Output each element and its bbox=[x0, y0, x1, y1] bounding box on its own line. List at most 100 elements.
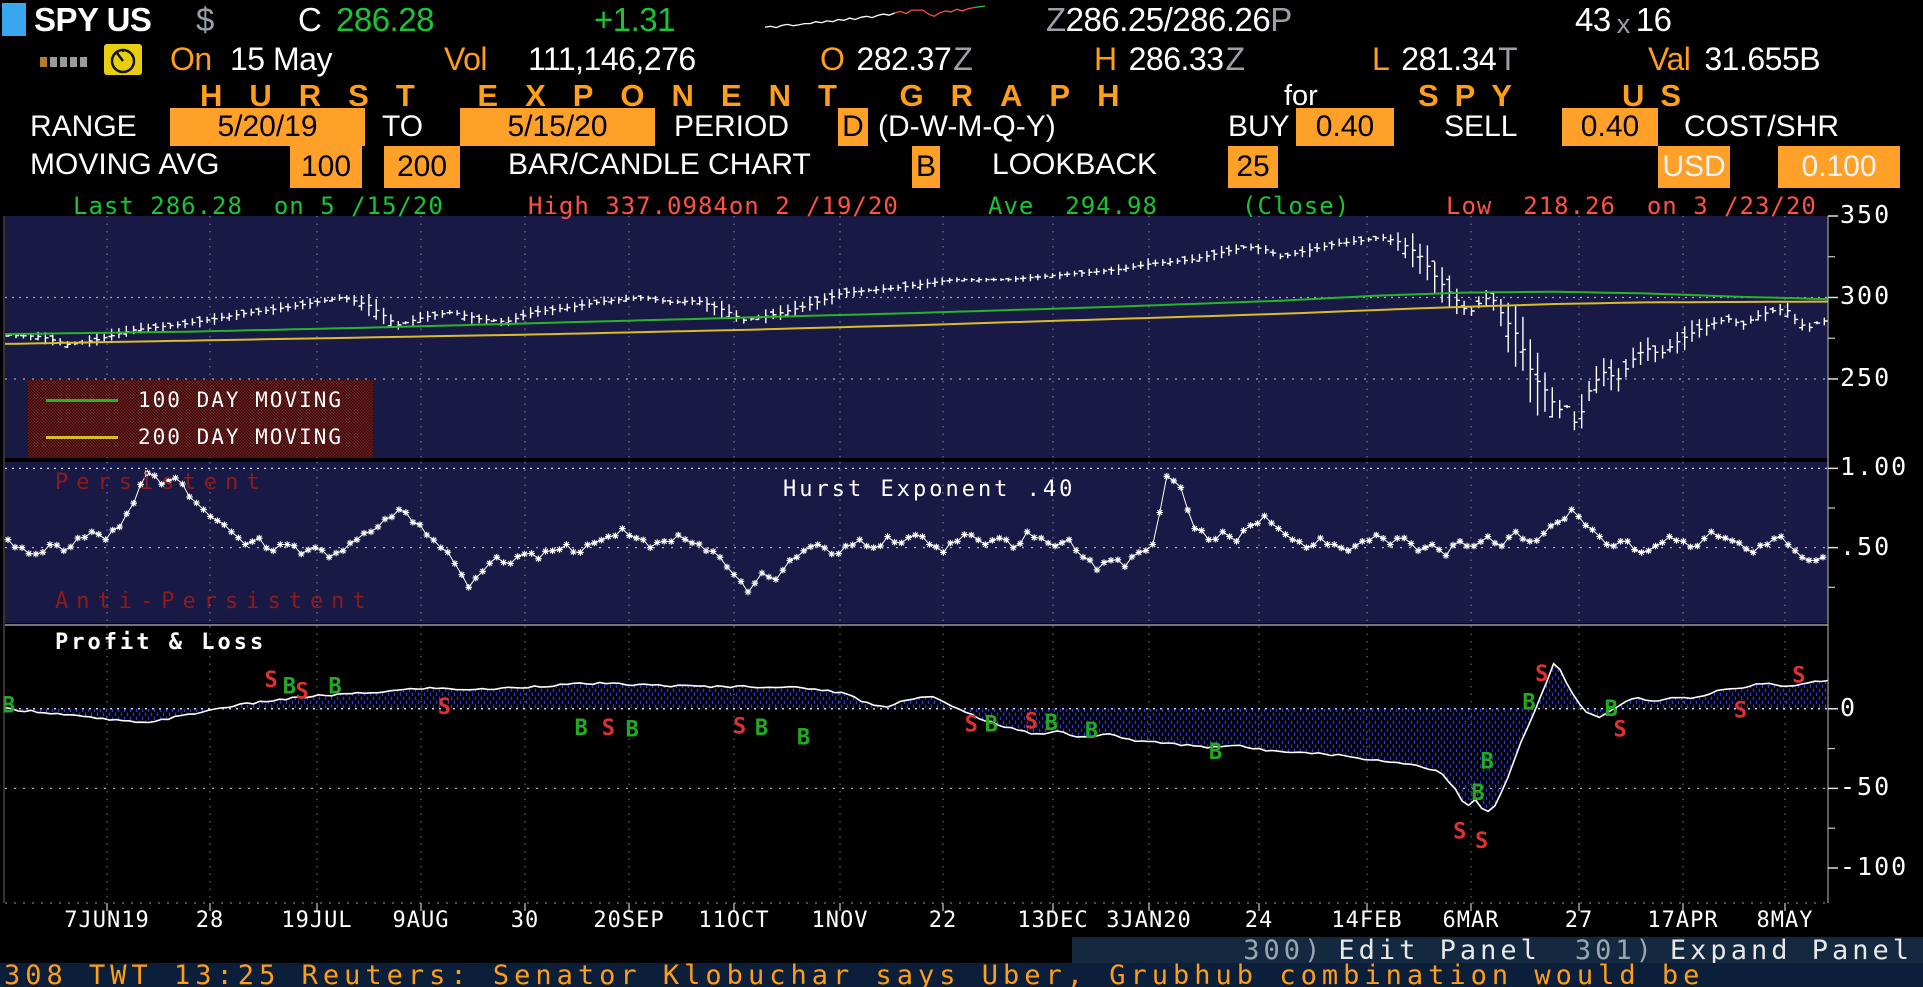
svg-text:S: S bbox=[265, 668, 278, 693]
chart-type-field[interactable]: B bbox=[912, 146, 940, 188]
svg-text:S: S bbox=[1614, 717, 1627, 742]
expand-panel-button[interactable]: 301) Expand Panel bbox=[1575, 935, 1913, 966]
ma200-line-swatch bbox=[46, 435, 118, 439]
cost-per-share-label: COST/SHR bbox=[1684, 110, 1840, 143]
x-axis-tick-label: 9AUG bbox=[392, 908, 450, 933]
svg-text:B: B bbox=[283, 674, 296, 699]
sell-threshold-field[interactable]: 0.40 bbox=[1562, 108, 1658, 146]
svg-text:B: B bbox=[625, 717, 638, 742]
volume-label: Vol bbox=[444, 41, 487, 77]
expand-panel-number: 301) bbox=[1574, 934, 1656, 966]
y-axis-tick-label: 1.00 bbox=[1840, 452, 1909, 482]
chart-type-label: BAR/CANDLE CHART bbox=[508, 148, 811, 181]
bid-ask-group: Z 286.25/286.26 P bbox=[1046, 2, 1292, 38]
range-start-field[interactable]: 5/20/19 bbox=[170, 108, 365, 146]
y-axis-tick-label: -100 bbox=[1840, 852, 1909, 882]
low-condition-code: T bbox=[1498, 41, 1518, 77]
lookback-field[interactable]: 25 bbox=[1228, 146, 1278, 188]
x-axis-tick-label: 13DEC bbox=[1017, 908, 1089, 933]
x-axis-tick-label: 19JUL bbox=[281, 908, 353, 933]
x-axis-tick-label: 17APR bbox=[1647, 908, 1719, 933]
high-group: H 286.33 Z bbox=[1094, 41, 1245, 77]
y-axis-tick-label: 0 bbox=[1840, 692, 1858, 722]
panel-action-bar: 300) Edit Panel 301) Expand Panel bbox=[1072, 935, 1923, 966]
last-price: 286.28 bbox=[336, 1, 434, 38]
x-axis-tick-label: 27 bbox=[1564, 908, 1594, 933]
bid-ask: 286.25/286.26 bbox=[1065, 1, 1271, 38]
svg-text:B: B bbox=[328, 674, 341, 699]
connection-dots-icon bbox=[40, 57, 87, 67]
y-axis-tick-label: -50 bbox=[1840, 772, 1892, 802]
panel-indicator bbox=[2, 3, 26, 36]
price-change: +1.31 bbox=[594, 1, 676, 38]
moving-avg-1-field[interactable]: 100 bbox=[290, 146, 362, 188]
svg-text:B: B bbox=[985, 713, 998, 738]
moving-avg-2-field[interactable]: 200 bbox=[384, 146, 460, 188]
high-value: 286.33 bbox=[1128, 41, 1224, 77]
x-axis-tick-label: 8MAY bbox=[1756, 908, 1814, 933]
open-group: O 282.37 Z bbox=[820, 41, 973, 77]
volume-value: 111,146,276 bbox=[528, 41, 696, 77]
edit-panel-button[interactable]: 300) Edit Panel bbox=[1243, 935, 1541, 966]
svg-text:S: S bbox=[438, 695, 451, 720]
moving-avg-label: MOVING AVG bbox=[30, 148, 220, 181]
val-group: Val 31.655B bbox=[1648, 41, 1821, 77]
svg-text:S: S bbox=[1453, 819, 1466, 844]
x-axis-tick-label: 7JUN19 bbox=[64, 908, 150, 933]
svg-text:S: S bbox=[1792, 663, 1805, 688]
cost-value-field[interactable]: 0.100 bbox=[1778, 146, 1900, 188]
svg-text:S: S bbox=[965, 713, 978, 738]
expand-panel-label: Expand Panel bbox=[1669, 934, 1913, 966]
news-ticker-bar[interactable]: 308 TWT 13:25 Reuters: Senator Klobuchar… bbox=[0, 963, 1923, 987]
x-axis-tick-label: 20SEP bbox=[593, 908, 665, 933]
ma100-line-swatch bbox=[46, 398, 118, 402]
svg-text:S: S bbox=[602, 716, 615, 741]
range-end-field[interactable]: 5/15/20 bbox=[460, 108, 655, 146]
svg-text:S: S bbox=[1535, 662, 1548, 687]
y-axis-tick-label: 300 bbox=[1840, 281, 1892, 311]
ma200-label: 200 DAY MOVING bbox=[138, 425, 344, 449]
x-axis-tick-label: 30 bbox=[510, 908, 540, 933]
lookback-label: LOOKBACK bbox=[992, 148, 1158, 181]
currency-field[interactable]: USD bbox=[1658, 146, 1730, 188]
svg-text:B: B bbox=[755, 716, 768, 741]
period-field[interactable]: D bbox=[838, 108, 868, 146]
x-axis-tick-label: 22 bbox=[928, 908, 958, 933]
ask-suffix: P bbox=[1270, 1, 1292, 38]
edit-panel-label: Edit Panel bbox=[1338, 934, 1541, 966]
buy-label: BUY bbox=[1228, 110, 1290, 143]
svg-text:S: S bbox=[1025, 710, 1038, 735]
y-axis-tick-label: 350 bbox=[1840, 200, 1892, 230]
stat-close-note: (Close) bbox=[1242, 192, 1351, 220]
pnl-panel-label: Profit & Loss bbox=[55, 630, 267, 655]
ask-size: 16 bbox=[1635, 1, 1672, 38]
svg-text:B: B bbox=[797, 725, 810, 750]
range-label: RANGE bbox=[30, 110, 137, 143]
period-options: (D-W-M-Q-Y) bbox=[878, 110, 1056, 143]
legend-row-ma200: 200 DAY MOVING bbox=[28, 420, 373, 454]
stat-last: Last 286.28 on 5 /15/20 bbox=[73, 192, 444, 220]
close-label: C bbox=[298, 1, 322, 38]
svg-text:S: S bbox=[1475, 829, 1488, 854]
edit-panel-number: 300) bbox=[1243, 934, 1325, 966]
buy-threshold-field[interactable]: 0.40 bbox=[1296, 108, 1394, 146]
bid-prefix: Z bbox=[1046, 1, 1066, 38]
sell-label: SELL bbox=[1444, 110, 1518, 143]
bid-ask-size: 43 x 16 bbox=[1575, 1, 1672, 42]
ticker-symbol: SPY US bbox=[34, 1, 152, 38]
currency-symbol: $ bbox=[196, 1, 214, 38]
news-headline: 308 TWT 13:25 Reuters: Senator Klobuchar… bbox=[4, 963, 1705, 987]
x-axis-tick-label: 11OCT bbox=[698, 908, 770, 933]
high-label: H bbox=[1094, 41, 1117, 77]
high-condition-code: Z bbox=[1225, 41, 1245, 77]
size-x-separator: x bbox=[1616, 9, 1631, 39]
anti-persistent-label: Anti-Persistent bbox=[55, 589, 374, 614]
svg-text:B: B bbox=[1522, 690, 1535, 715]
stat-high: High 337.0984on 2 /19/20 bbox=[528, 192, 899, 220]
open-condition-code: Z bbox=[953, 41, 973, 77]
x-axis-tick-label: 24 bbox=[1244, 908, 1274, 933]
y-axis-tick-label: .50 bbox=[1840, 531, 1892, 561]
ma100-label: 100 DAY MOVING bbox=[138, 388, 344, 412]
hurst-value-annotation: Hurst Exponent .40 bbox=[783, 477, 1076, 502]
svg-text:B: B bbox=[1480, 749, 1493, 774]
